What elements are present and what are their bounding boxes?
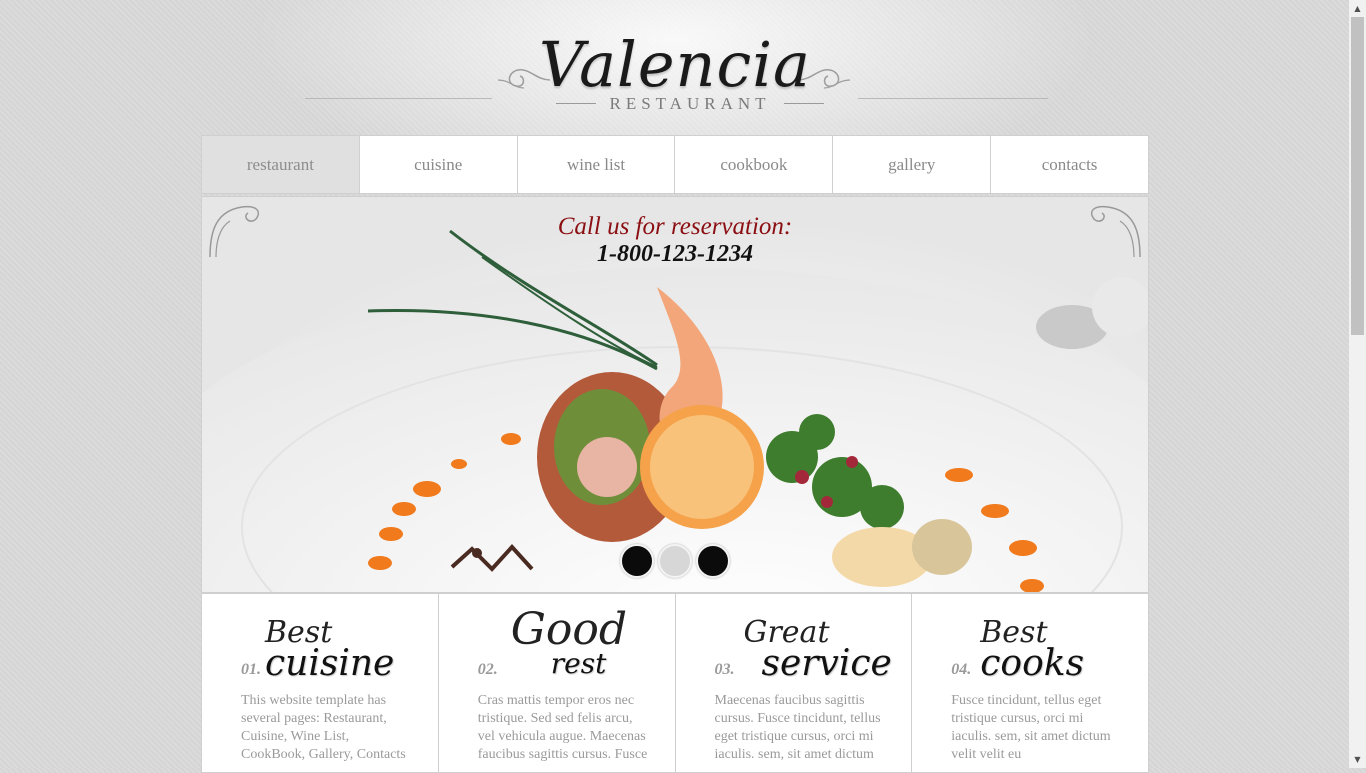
feature-text: Cras mattis tempor eros nec tristique. S…	[477, 693, 648, 762]
slider-dot-3[interactable]	[696, 544, 730, 578]
reservation-text: Call us for reservation:	[557, 213, 793, 240]
feature-good-rest: 02. Good rest Cras mattis tempor eros ne…	[437, 594, 675, 772]
slider-dot-2[interactable]	[658, 544, 692, 578]
scroll-up-arrow-icon[interactable]: ▲	[1349, 0, 1366, 17]
feature-heading-bottom: cooks	[980, 643, 1085, 684]
nav-item-gallery[interactable]: gallery	[832, 136, 990, 193]
nav-item-contacts[interactable]: contacts	[990, 136, 1148, 193]
feature-heading-top: Good	[510, 604, 628, 655]
scrollbar-thumb[interactable]	[1351, 17, 1364, 335]
logo-subtitle: RESTAURANT	[556, 94, 824, 114]
vertical-scrollbar[interactable]: ▲ ▼	[1349, 0, 1366, 768]
logo-divider-right	[858, 98, 1048, 99]
features-section: 01. Best cuisine This website template h…	[201, 593, 1149, 773]
feature-heading-bottom: cuisine	[265, 643, 395, 684]
feature-text: Fusce tincidunt, tellus eget tristique c…	[951, 693, 1111, 762]
main-nav: restaurant cuisine wine list cookbook ga…	[201, 135, 1149, 194]
feature-number: 04.	[951, 661, 972, 678]
nav-item-cuisine[interactable]: cuisine	[358, 136, 517, 193]
nav-item-cookbook[interactable]: cookbook	[674, 136, 832, 193]
reservation-phone: 1-800-123-1234	[597, 241, 753, 267]
feature-best-cuisine: 01. Best cuisine This website template h…	[202, 594, 438, 772]
scroll-down-arrow-icon[interactable]: ▼	[1349, 751, 1366, 768]
nav-item-restaurant[interactable]: restaurant	[202, 136, 359, 193]
feature-great-service: 03. Great service Maecenas faucibus sagi…	[674, 594, 912, 772]
feature-text: This website template has several pages:…	[241, 693, 406, 762]
feature-number: 03.	[714, 661, 735, 678]
feature-number: 01.	[241, 661, 261, 678]
feature-best-cooks: 04. Best cooks Fusce tincidunt, tellus e…	[911, 594, 1148, 772]
feature-heading-bottom: service	[761, 643, 892, 684]
logo[interactable]: Valencia RESTAURANT	[0, 18, 1349, 128]
page: Valencia RESTAURANT restaurant cuisine w…	[0, 0, 1349, 773]
slider-pagination	[202, 544, 1148, 578]
slider-dot-1[interactable]	[620, 544, 654, 578]
logo-title: Valencia	[538, 28, 811, 101]
feature-text: Maecenas faucibus sagittis cursus. Fusce…	[714, 693, 881, 762]
feature-number: 02.	[477, 661, 498, 678]
feature-heading-bottom: rest	[550, 647, 607, 680]
logo-divider-left	[305, 98, 492, 99]
nav-item-wine-list[interactable]: wine list	[516, 136, 675, 193]
hero-slider[interactable]: Call us for reservation: 1-800-123-1234	[201, 196, 1149, 593]
